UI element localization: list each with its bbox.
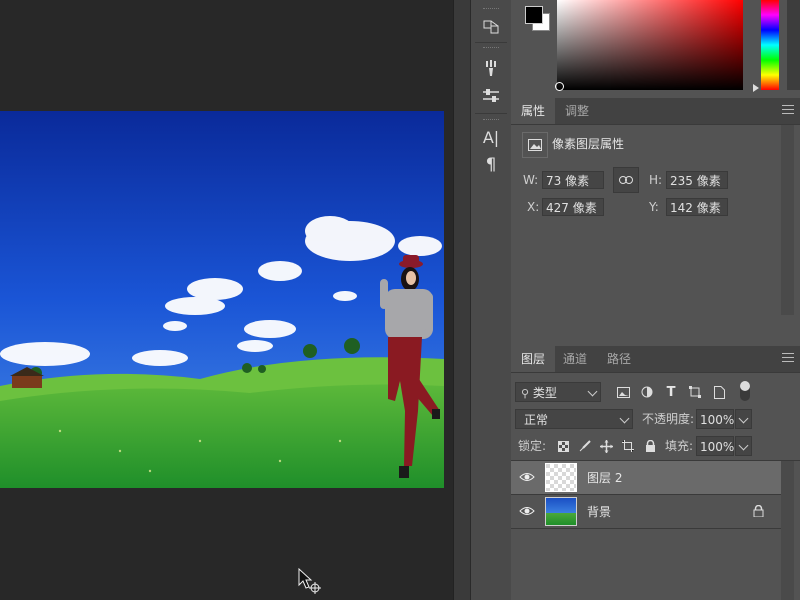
- lock-transparent-pixels-icon[interactable]: [555, 438, 571, 454]
- chevron-down-icon: [619, 413, 630, 424]
- layer-row-background[interactable]: 背景: [511, 495, 781, 528]
- layer-row-layer-2[interactable]: 图层 2: [511, 461, 781, 494]
- blend-mode-value: 正常: [524, 413, 549, 427]
- layers-scrollbar[interactable]: [781, 461, 794, 600]
- layers-menu-icon[interactable]: [782, 353, 794, 363]
- workspace-scrollbar[interactable]: [453, 0, 470, 600]
- canvas-image: [0, 111, 444, 488]
- opacity-slider-button[interactable]: [735, 409, 752, 429]
- filter-smart-object-icon[interactable]: [711, 384, 727, 400]
- document-canvas[interactable]: [0, 111, 444, 488]
- paragraph-icon[interactable]: ¶: [479, 153, 503, 177]
- height-field[interactable]: 235 像素: [666, 171, 728, 189]
- link-dimensions-icon[interactable]: [613, 167, 639, 193]
- y-position-field[interactable]: 142 像素: [666, 198, 728, 216]
- properties-menu-icon[interactable]: [782, 105, 794, 115]
- layer-name[interactable]: 图层 2: [587, 469, 622, 486]
- width-field[interactable]: 73 像素: [542, 171, 604, 189]
- chevron-down-icon: [738, 440, 749, 451]
- filter-shape-icon[interactable]: [687, 384, 703, 400]
- lock-image-pixels-icon[interactable]: [577, 438, 593, 454]
- lock-position-icon[interactable]: [598, 438, 614, 454]
- blend-mode-dropdown[interactable]: 正常: [515, 409, 633, 429]
- layer-filter-kind: 类型: [532, 386, 557, 400]
- strip-grip[interactable]: [483, 47, 499, 51]
- strip-grip[interactable]: [483, 119, 499, 123]
- opacity-label: 不透明度:: [642, 412, 695, 426]
- color-panel: [511, 0, 800, 96]
- fill-slider-button[interactable]: [735, 436, 752, 456]
- chevron-down-icon: [587, 386, 598, 397]
- width-label: W:: [523, 173, 539, 187]
- tab-layers[interactable]: 图层: [511, 346, 556, 372]
- chevron-down-icon: [738, 413, 749, 424]
- lock-all-icon[interactable]: [642, 438, 658, 454]
- color-field[interactable]: [557, 0, 743, 90]
- properties-tabbar: 属性 调整: [511, 98, 800, 125]
- layers-panel: ⚲ 类型 T 正常 不透明度: 100% 锁定: 填充: 100% 图层 2 背…: [511, 373, 800, 600]
- brush-settings-icon[interactable]: [479, 56, 503, 80]
- layer-thumbnail: [545, 497, 577, 526]
- hue-slider-arrow[interactable]: [753, 84, 759, 92]
- filter-adjustment-icon[interactable]: [639, 384, 655, 400]
- layer-name[interactable]: 背景: [587, 503, 611, 520]
- tab-channels[interactable]: 通道: [553, 346, 597, 372]
- tab-paths[interactable]: 路径: [597, 346, 641, 372]
- right-panel-column: 属性 调整 像素图层属性 W: 73 像素 H: 235 像素 X: 427 像…: [511, 0, 800, 600]
- filter-toggle[interactable]: [740, 381, 750, 401]
- visibility-eye-icon[interactable]: [519, 470, 535, 484]
- lock-artboard-icon[interactable]: [620, 438, 636, 454]
- fill-label: 填充:: [665, 439, 694, 453]
- adjustments-icon[interactable]: [479, 84, 503, 108]
- layer-filter-dropdown[interactable]: ⚲ 类型: [515, 382, 601, 402]
- move-cursor-icon: [298, 568, 321, 594]
- pixel-layer-icon: [522, 132, 548, 158]
- visibility-eye-icon[interactable]: [519, 504, 535, 518]
- x-position-field[interactable]: 427 像素: [542, 198, 604, 216]
- y-label: Y:: [649, 200, 659, 214]
- properties-panel: 像素图层属性 W: 73 像素 H: 235 像素 X: 427 像素 Y: 1…: [511, 125, 800, 345]
- canvas-workspace[interactable]: [0, 0, 453, 600]
- layers-tabbar: 图层 通道 路径: [511, 346, 800, 373]
- panel-icon-strip: A| ¶: [470, 0, 512, 600]
- search-icon: ⚲: [521, 387, 530, 400]
- hue-slider[interactable]: [761, 0, 779, 90]
- move-to-3d-icon[interactable]: [479, 15, 503, 39]
- filter-type-icon[interactable]: T: [663, 384, 679, 400]
- lock-icon: [753, 505, 764, 517]
- character-icon[interactable]: A|: [479, 125, 503, 149]
- x-label: X:: [527, 200, 540, 214]
- tab-adjustments[interactable]: 调整: [555, 98, 599, 124]
- height-label: H:: [649, 173, 663, 187]
- properties-header: 像素图层属性: [552, 137, 625, 151]
- strip-grip[interactable]: [483, 8, 499, 12]
- color-picker-handle[interactable]: [555, 82, 564, 91]
- foreground-color-swatch[interactable]: [525, 6, 543, 24]
- layer-thumbnail: [545, 463, 577, 492]
- lock-label: 锁定:: [518, 439, 547, 453]
- color-panel-scrollbar[interactable]: [787, 0, 800, 90]
- properties-scrollbar[interactable]: [781, 125, 794, 315]
- fill-field[interactable]: 100%: [696, 436, 734, 456]
- opacity-field[interactable]: 100%: [696, 409, 734, 429]
- tab-properties[interactable]: 属性: [511, 98, 556, 124]
- filter-pixel-icon[interactable]: [615, 384, 631, 400]
